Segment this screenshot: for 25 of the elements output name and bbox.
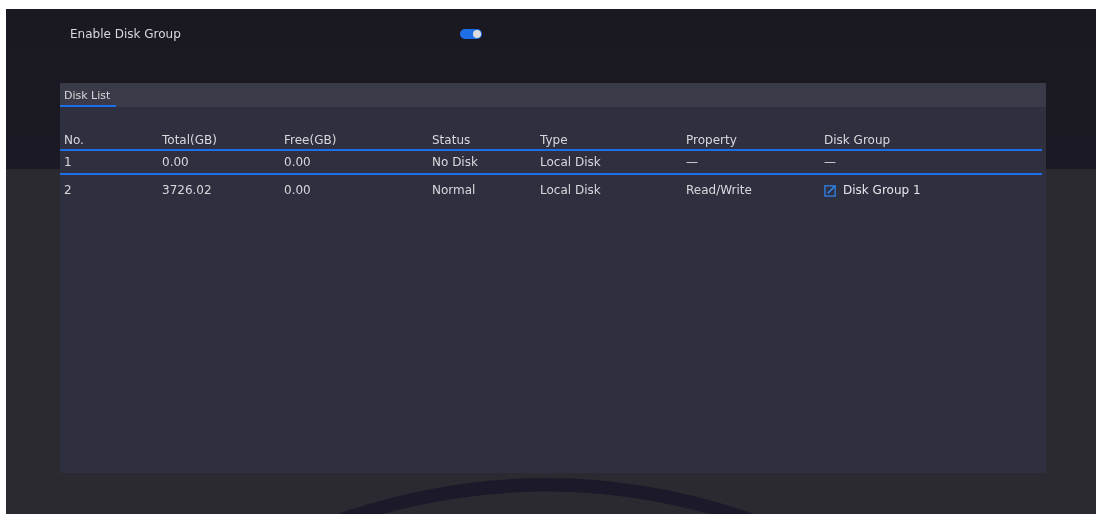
column-header: No. bbox=[64, 133, 85, 147]
table-cell-text: 3726.02 bbox=[162, 183, 213, 197]
enable-disk-group-label: Enable Disk Group bbox=[69, 27, 182, 41]
table-cell: — bbox=[824, 155, 836, 169]
edit-icon[interactable] bbox=[824, 183, 837, 197]
column-header: Status bbox=[432, 133, 472, 147]
table-cell-text: Local Disk bbox=[540, 183, 602, 197]
column-header: Property bbox=[686, 133, 738, 147]
column-header: Total(GB) bbox=[162, 133, 218, 147]
table-cell-text: 0.00 bbox=[284, 155, 312, 169]
table-cell-text: 0.00 bbox=[162, 155, 190, 169]
table-cell-text: 0.00 bbox=[284, 183, 312, 197]
column-header: Free(GB) bbox=[284, 133, 338, 147]
table-cell-text: Local Disk bbox=[540, 155, 602, 169]
toggle-switch[interactable] bbox=[460, 29, 482, 39]
column-header: Type bbox=[540, 133, 569, 147]
table-cell-text: 1 bbox=[64, 155, 73, 169]
table-cell-text: 2 bbox=[64, 183, 73, 197]
table-cell-text: — bbox=[686, 155, 699, 169]
table-cell-text: No Disk bbox=[432, 155, 479, 169]
column-header: Disk Group bbox=[824, 133, 892, 147]
table-cell: Disk Group 1 bbox=[843, 183, 921, 197]
table-cell-text: Normal bbox=[432, 183, 477, 197]
table-cell-text: Read/Write bbox=[686, 183, 753, 197]
disk-list-tab[interactable]: Disk List bbox=[60, 89, 117, 107]
